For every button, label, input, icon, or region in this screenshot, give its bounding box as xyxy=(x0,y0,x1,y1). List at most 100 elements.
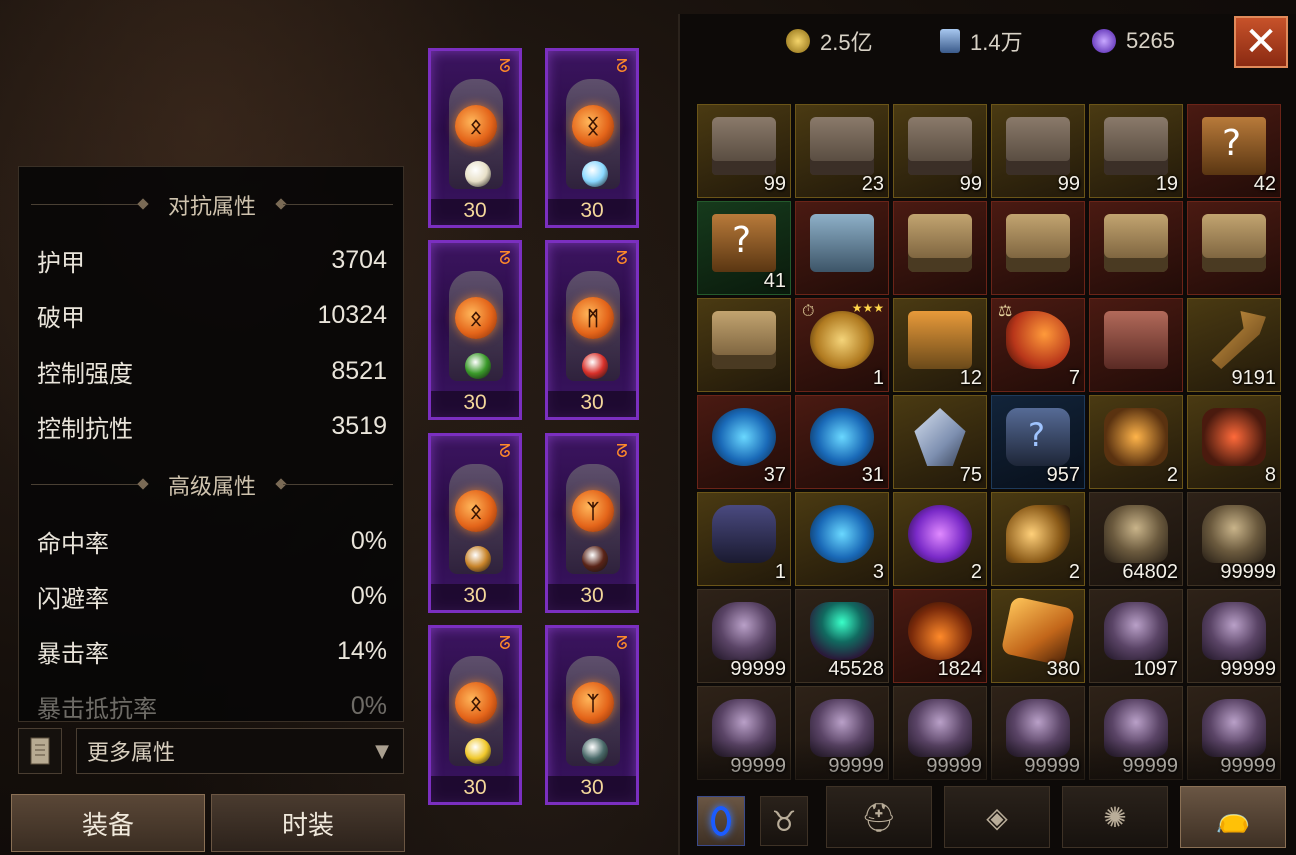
rune-icon: ᛟ xyxy=(455,682,497,724)
inventory-slot[interactable]: 2 xyxy=(1089,395,1183,489)
stat-row-crit-rate: 暴击率 14% xyxy=(37,631,387,671)
orange-chest-icon xyxy=(908,311,972,369)
inventory-slot[interactable]: 99999 xyxy=(1187,686,1281,780)
inventory-slot[interactable] xyxy=(697,298,791,392)
inventory-tab-demon[interactable]: ♉ xyxy=(760,796,808,846)
inventory-slot[interactable]: 99999 xyxy=(697,589,791,683)
stat-value: 0% xyxy=(350,581,387,610)
inventory-slot[interactable]: 99999 xyxy=(1187,589,1281,683)
stat-value: 0% xyxy=(350,691,387,720)
item-count: 12 xyxy=(959,367,982,389)
rune-icon: ᛟ xyxy=(455,297,497,339)
rune-tab-icon: ✺ xyxy=(1103,800,1127,834)
inventory-slot[interactable]: 64802 xyxy=(1089,492,1183,586)
stat-label: 命中率 xyxy=(37,529,109,558)
inventory-slot[interactable]: 380 xyxy=(991,589,1085,683)
inventory-slot[interactable]: 19 xyxy=(1089,104,1183,198)
helmet-icon xyxy=(712,699,776,757)
inventory-slot[interactable]: 99999 xyxy=(697,686,791,780)
inventory-slot[interactable]: ⚖ 7 xyxy=(991,298,1085,392)
potion-icon xyxy=(908,602,972,660)
inventory-slot[interactable]: 2 xyxy=(893,492,987,586)
inventory-slot[interactable] xyxy=(991,201,1085,295)
inventory-slot[interactable]: 45528 xyxy=(795,589,889,683)
inventory-slot[interactable]: 99 xyxy=(697,104,791,198)
equipment-slot[interactable]: ᘔ ᛉ 30 xyxy=(545,625,639,805)
inventory-slot[interactable]: 957 xyxy=(991,395,1085,489)
stars-icon: ★★★ xyxy=(851,301,884,315)
inventory-slot[interactable] xyxy=(1089,298,1183,392)
flag-icon: ᘔ xyxy=(616,248,628,269)
inventory-slot[interactable]: 42 xyxy=(1187,104,1281,198)
inventory-grid: 99239999194241⏱★★★112⚖791913731759572813… xyxy=(697,104,1281,780)
item-count: 23 xyxy=(861,173,884,195)
inventory-slot[interactable]: 8 xyxy=(1187,395,1281,489)
inventory-slot[interactable]: 99999 xyxy=(1089,686,1183,780)
inventory-slot[interactable]: 99 xyxy=(991,104,1085,198)
inventory-slot[interactable]: ⏱ ★★★ 1 xyxy=(795,298,889,392)
inventory-slot[interactable]: 9191 xyxy=(1187,298,1281,392)
inventory-slot[interactable]: 99 xyxy=(893,104,987,198)
inventory-slot[interactable]: 99999 xyxy=(1187,492,1281,586)
gold-chest-icon xyxy=(1202,214,1266,272)
inventory-slot[interactable]: 12 xyxy=(893,298,987,392)
item-count: 99999 xyxy=(730,658,786,680)
helmet-icon xyxy=(1104,602,1168,660)
inventory-slot[interactable] xyxy=(893,201,987,295)
item-count: 45528 xyxy=(828,658,884,680)
tab-fashion[interactable]: 时装 xyxy=(211,794,405,852)
slot-level: 30 xyxy=(548,584,636,610)
inventory-slot[interactable]: 37 xyxy=(697,395,791,489)
inventory-slot[interactable]: 1 xyxy=(697,492,791,586)
inventory-slot[interactable]: 1097 xyxy=(1089,589,1183,683)
scroll-icon[interactable] xyxy=(18,728,62,774)
inventory-slot[interactable]: 99999 xyxy=(893,686,987,780)
inventory-tab-gem[interactable]: ◈ xyxy=(944,786,1050,848)
inventory-tab-portal[interactable] xyxy=(697,796,745,846)
equipment-slot[interactable]: ᘔ ᛟ 30 xyxy=(428,240,522,420)
item-count: 3 xyxy=(872,561,884,583)
inventory-slot[interactable] xyxy=(1187,201,1281,295)
helmet-icon xyxy=(1202,602,1266,660)
gem-icon xyxy=(465,353,491,379)
inventory-tab-bag[interactable]: 👝 xyxy=(1180,786,1286,848)
rune-icon: ᛉ xyxy=(572,490,614,532)
stat-row-crit-resist: 暴击抵抗率 0% xyxy=(37,686,387,722)
inventory-slot[interactable]: 1824 xyxy=(893,589,987,683)
equipment-slot[interactable]: ᘔ ᛗ 30 xyxy=(545,240,639,420)
stat-value: 3704 xyxy=(331,245,387,274)
inventory-slot[interactable]: 75 xyxy=(893,395,987,489)
divider xyxy=(31,204,141,205)
equipment-slot[interactable]: ᘔ ᛝ 30 xyxy=(545,48,639,228)
inventory-slot[interactable] xyxy=(1089,201,1183,295)
equipment-slot[interactable]: ᘔ ᛟ 30 xyxy=(428,625,522,805)
gold-chest-icon xyxy=(1104,214,1168,272)
inventory-slot[interactable]: 31 xyxy=(795,395,889,489)
gem-icon xyxy=(465,546,491,572)
inventory-tab-rune[interactable]: ✺ xyxy=(1062,786,1168,848)
section-header-pvp: 对抗属性 xyxy=(19,185,403,225)
item-count: 2 xyxy=(970,561,982,583)
equipment-slot[interactable]: ᘔ ᛟ 30 xyxy=(428,48,522,228)
crystal-icon xyxy=(914,408,966,466)
inventory-tab-helmet[interactable]: ⛑ xyxy=(826,786,932,848)
tab-equipment[interactable]: 装备 xyxy=(11,794,205,852)
inventory-slot[interactable]: 99999 xyxy=(991,686,1085,780)
equipment-slot[interactable]: ᘔ ᛟ 30 xyxy=(428,433,522,613)
inventory-slot[interactable]: 41 xyxy=(697,201,791,295)
mark-icon: ⏱ xyxy=(802,301,815,320)
inventory-slot[interactable]: 99999 xyxy=(795,686,889,780)
helmet-icon xyxy=(1006,699,1070,757)
section-title-advanced: 高级属性 xyxy=(167,475,256,500)
inventory-slot[interactable]: 23 xyxy=(795,104,889,198)
chest-icon xyxy=(1006,117,1070,175)
attribute-panel[interactable]: 对抗属性 护甲 3704 破甲 10324 控制强度 8521 控制抗性 351… xyxy=(18,166,404,722)
inventory-slot[interactable] xyxy=(795,201,889,295)
equipment-slot[interactable]: ᘔ ᛉ 30 xyxy=(545,433,639,613)
inventory-slot[interactable]: 2 xyxy=(991,492,1085,586)
more-attributes-dropdown[interactable]: 更多属性 ▼ xyxy=(76,728,404,774)
close-button[interactable]: ✕ xyxy=(1234,16,1288,68)
rune-icon: ᛟ xyxy=(455,490,497,532)
inventory-slot[interactable]: 3 xyxy=(795,492,889,586)
amber-icon xyxy=(1000,595,1076,667)
